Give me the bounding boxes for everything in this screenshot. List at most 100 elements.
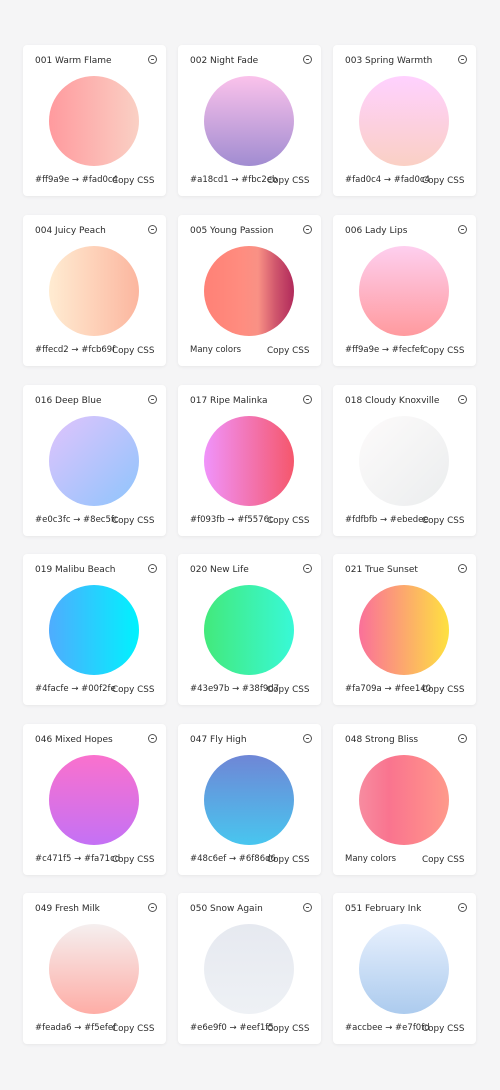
expand-icon[interactable] (458, 564, 467, 573)
gradient-title: 046 Mixed Hopes (35, 735, 113, 745)
expand-icon[interactable] (148, 903, 157, 912)
gradient-swatch (204, 416, 294, 506)
gradient-title: 051 February Ink (345, 904, 422, 914)
gradient-colors: #c471f5 → #fa71cd (35, 854, 121, 864)
gradient-swatch (204, 76, 294, 166)
gradient-swatch (49, 76, 139, 166)
gradient-card: 017 Ripe Malinka #f093fb → #f5576c Copy CS… (178, 385, 321, 536)
gradient-title: 005 Young Passion (190, 226, 274, 236)
copy-css-button[interactable]: Copy CSS (422, 1024, 464, 1034)
gradient-colors: #e0c3fc → #8ec5fc (35, 515, 119, 525)
expand-icon[interactable] (303, 903, 312, 912)
expand-icon[interactable] (303, 395, 312, 404)
expand-icon[interactable] (303, 225, 312, 234)
copy-css-button[interactable]: Copy CSS (112, 346, 154, 356)
gradient-card: 021 True Sunset #fa709a → #fee140 Copy CSS (333, 554, 476, 705)
gradient-title: 006 Lady Lips (345, 226, 408, 236)
gradient-swatch (49, 416, 139, 506)
gradient-title: 020 New Life (190, 565, 249, 575)
copy-css-button[interactable]: Copy CSS (422, 176, 464, 186)
gradient-title: 003 Spring Warmth (345, 56, 433, 66)
gradient-colors: #fa709a → #fee140 (345, 684, 432, 694)
gradient-swatch (49, 755, 139, 845)
gradient-card: 048 Strong Bliss Many colors Copy CSS (333, 724, 476, 875)
gradient-swatch (49, 246, 139, 336)
gradient-title: 019 Malibu Beach (35, 565, 116, 575)
gradient-swatch (359, 924, 449, 1014)
gradient-title: 016 Deep Blue (35, 396, 102, 406)
expand-icon[interactable] (458, 225, 467, 234)
gradient-colors: #ff9a9e → #fecfef (345, 345, 423, 355)
copy-css-button[interactable]: Copy CSS (112, 685, 154, 695)
copy-css-button[interactable]: Copy CSS (267, 346, 309, 356)
gradient-colors: #ff9a9e → #fad0c4 (35, 175, 118, 185)
expand-icon[interactable] (148, 395, 157, 404)
gradient-card: 019 Malibu Beach #4facfe → #00f2fe Copy CS… (23, 554, 166, 705)
copy-css-button[interactable]: Copy CSS (112, 516, 154, 526)
gradient-colors: #ffecd2 → #fcb69f (35, 345, 116, 355)
gradient-title: 049 Fresh Milk (35, 904, 100, 914)
expand-icon[interactable] (148, 734, 157, 743)
gradient-colors: Many colors (190, 345, 242, 355)
expand-icon[interactable] (303, 734, 312, 743)
gradient-swatch (359, 416, 449, 506)
copy-css-button[interactable]: Copy CSS (422, 685, 464, 695)
gradient-colors: Many colors (345, 854, 397, 864)
gradient-title: 001 Warm Flame (35, 56, 112, 66)
gradient-card: 046 Mixed Hopes #c471f5 → #fa71cd Copy CSS (23, 724, 166, 875)
gradient-card: 049 Fresh Milk #feada6 → #f5efef Copy CSS (23, 893, 166, 1044)
gradient-card: 004 Juicy Peach #ffecd2 → #fcb69f Copy CSS (23, 215, 166, 366)
gradient-title: 017 Ripe Malinka (190, 396, 268, 406)
gradient-card: 006 Lady Lips #ff9a9e → #fecfef Copy CSS (333, 215, 476, 366)
expand-icon[interactable] (458, 734, 467, 743)
gradient-colors: #e6e9f0 → #eef1f5 (190, 1023, 274, 1033)
expand-icon[interactable] (148, 55, 157, 64)
gradient-title: 021 True Sunset (345, 565, 418, 575)
expand-icon[interactable] (148, 564, 157, 573)
copy-css-button[interactable]: Copy CSS (267, 516, 309, 526)
gradient-card: 020 New Life #43e97b → #38f9d7 Copy CSS (178, 554, 321, 705)
copy-css-button[interactable]: Copy CSS (267, 685, 309, 695)
gradient-swatch (49, 924, 139, 1014)
copy-css-button[interactable]: Copy CSS (422, 346, 464, 356)
gradient-swatch (204, 924, 294, 1014)
gradient-title: 002 Night Fade (190, 56, 259, 66)
expand-icon[interactable] (458, 55, 467, 64)
gradient-colors: #43e97b → #38f9d7 (190, 684, 280, 694)
copy-css-button[interactable]: Copy CSS (422, 855, 464, 865)
copy-css-button[interactable]: Copy CSS (112, 176, 154, 186)
gradient-colors: #48c6ef → #6f86d6 (190, 854, 276, 864)
expand-icon[interactable] (148, 225, 157, 234)
expand-icon[interactable] (458, 903, 467, 912)
gradient-colors: #feada6 → #f5efef (35, 1023, 117, 1033)
gradient-card: 001 Warm Flame #ff9a9e → #fad0c4 Copy CSS (23, 45, 166, 196)
gradient-swatch (204, 755, 294, 845)
gradient-colors: #a18cd1 → #fbc2eb (190, 175, 278, 185)
gradient-swatch (204, 585, 294, 675)
gradient-card: 003 Spring Warmth #fad0c4 → #fad0c4 Copy C… (333, 45, 476, 196)
gradient-title: 047 Fly High (190, 735, 247, 745)
copy-css-button[interactable]: Copy CSS (112, 855, 154, 865)
gradient-title: 050 Snow Again (190, 904, 263, 914)
gradient-card: 047 Fly High #48c6ef → #6f86d6 Copy CSS (178, 724, 321, 875)
copy-css-button[interactable]: Copy CSS (267, 1024, 309, 1034)
expand-icon[interactable] (303, 564, 312, 573)
gradient-colors: #fdfbfb → #ebedee (345, 515, 429, 525)
copy-css-button[interactable]: Copy CSS (267, 176, 309, 186)
gradient-title: 004 Juicy Peach (35, 226, 106, 236)
expand-icon[interactable] (303, 55, 312, 64)
gradient-card: 016 Deep Blue #e0c3fc → #8ec5fc Copy CSS (23, 385, 166, 536)
gradient-card: 050 Snow Again #e6e9f0 → #eef1f5 Copy CSS (178, 893, 321, 1044)
expand-icon[interactable] (458, 395, 467, 404)
gradient-card: 005 Young Passion Many colors Copy CSS (178, 215, 321, 366)
gradient-swatch (359, 246, 449, 336)
gradient-colors: #fad0c4 → #fad0c4 (345, 175, 430, 185)
gradient-card: 051 February Ink #accbee → #e7f0fd Copy CS… (333, 893, 476, 1044)
copy-css-button[interactable]: Copy CSS (422, 516, 464, 526)
gradient-swatch (204, 246, 294, 336)
copy-css-button[interactable]: Copy CSS (267, 855, 309, 865)
gradient-card: 002 Night Fade #a18cd1 → #fbc2eb Copy CSS (178, 45, 321, 196)
gradient-swatch (359, 76, 449, 166)
copy-css-button[interactable]: Copy CSS (112, 1024, 154, 1034)
gradient-title: 048 Strong Bliss (345, 735, 419, 745)
